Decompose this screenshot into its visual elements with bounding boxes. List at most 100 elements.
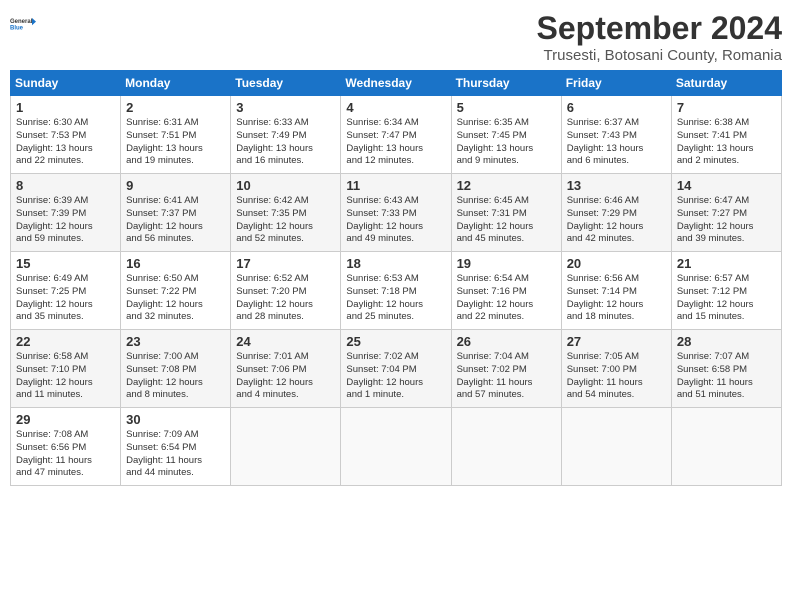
calendar-day-18: 18Sunrise: 6:53 AMSunset: 7:18 PMDayligh… <box>341 252 451 330</box>
day-info: Sunrise: 7:08 AM <box>16 429 115 442</box>
calendar-day-16: 16Sunrise: 6:50 AMSunset: 7:22 PMDayligh… <box>121 252 231 330</box>
day-info: and 59 minutes. <box>16 233 115 246</box>
calendar-day-29: 29Sunrise: 7:08 AMSunset: 6:56 PMDayligh… <box>11 408 121 486</box>
day-info: and 42 minutes. <box>567 233 666 246</box>
day-info: and 8 minutes. <box>126 389 225 402</box>
calendar-day-20: 20Sunrise: 6:56 AMSunset: 7:14 PMDayligh… <box>561 252 671 330</box>
day-info: Sunset: 7:45 PM <box>457 130 556 143</box>
day-info: Sunrise: 6:33 AM <box>236 117 335 130</box>
day-info: Sunrise: 6:50 AM <box>126 273 225 286</box>
day-info: Sunset: 7:33 PM <box>346 208 445 221</box>
day-number: 18 <box>346 256 445 271</box>
empty-cell <box>231 408 341 486</box>
day-info: Sunset: 7:04 PM <box>346 364 445 377</box>
day-info: and 35 minutes. <box>16 311 115 324</box>
day-info: Sunrise: 6:41 AM <box>126 195 225 208</box>
day-info: and 12 minutes. <box>346 155 445 168</box>
day-info: Sunrise: 6:43 AM <box>346 195 445 208</box>
day-info: and 57 minutes. <box>457 389 556 402</box>
empty-cell <box>561 408 671 486</box>
day-info: and 32 minutes. <box>126 311 225 324</box>
calendar-day-9: 9Sunrise: 6:41 AMSunset: 7:37 PMDaylight… <box>121 174 231 252</box>
day-info: Daylight: 11 hours <box>457 377 556 390</box>
calendar-day-8: 8Sunrise: 6:39 AMSunset: 7:39 PMDaylight… <box>11 174 121 252</box>
day-info: and 18 minutes. <box>567 311 666 324</box>
day-info: Sunrise: 6:49 AM <box>16 273 115 286</box>
day-info: and 6 minutes. <box>567 155 666 168</box>
day-number: 3 <box>236 100 335 115</box>
day-info: Sunrise: 6:37 AM <box>567 117 666 130</box>
day-info: and 56 minutes. <box>126 233 225 246</box>
calendar-day-4: 4Sunrise: 6:34 AMSunset: 7:47 PMDaylight… <box>341 96 451 174</box>
header-sunday: Sunday <box>11 71 121 96</box>
header-thursday: Thursday <box>451 71 561 96</box>
day-info: Daylight: 12 hours <box>567 299 666 312</box>
day-info: Daylight: 13 hours <box>677 143 776 156</box>
day-info: Sunset: 7:10 PM <box>16 364 115 377</box>
day-info: Daylight: 12 hours <box>126 377 225 390</box>
day-number: 20 <box>567 256 666 271</box>
day-info: and 25 minutes. <box>346 311 445 324</box>
day-number: 12 <box>457 178 556 193</box>
calendar-day-14: 14Sunrise: 6:47 AMSunset: 7:27 PMDayligh… <box>671 174 781 252</box>
day-number: 4 <box>346 100 445 115</box>
calendar-day-27: 27Sunrise: 7:05 AMSunset: 7:00 PMDayligh… <box>561 330 671 408</box>
calendar-day-11: 11Sunrise: 6:43 AMSunset: 7:33 PMDayligh… <box>341 174 451 252</box>
day-number: 19 <box>457 256 556 271</box>
calendar-header-row: SundayMondayTuesdayWednesdayThursdayFrid… <box>11 71 782 96</box>
calendar-day-2: 2Sunrise: 6:31 AMSunset: 7:51 PMDaylight… <box>121 96 231 174</box>
calendar-day-21: 21Sunrise: 6:57 AMSunset: 7:12 PMDayligh… <box>671 252 781 330</box>
day-info: and 11 minutes. <box>16 389 115 402</box>
day-info: Sunrise: 6:57 AM <box>677 273 776 286</box>
calendar-day-5: 5Sunrise: 6:35 AMSunset: 7:45 PMDaylight… <box>451 96 561 174</box>
day-info: Sunset: 7:37 PM <box>126 208 225 221</box>
day-info: Sunrise: 7:00 AM <box>126 351 225 364</box>
day-number: 30 <box>126 412 225 427</box>
day-info: Daylight: 12 hours <box>457 221 556 234</box>
day-info: Daylight: 12 hours <box>567 221 666 234</box>
day-info: and 54 minutes. <box>567 389 666 402</box>
day-info: Sunrise: 7:01 AM <box>236 351 335 364</box>
day-number: 25 <box>346 334 445 349</box>
day-info: Sunset: 7:02 PM <box>457 364 556 377</box>
day-info: Sunset: 7:00 PM <box>567 364 666 377</box>
day-number: 1 <box>16 100 115 115</box>
header-tuesday: Tuesday <box>231 71 341 96</box>
empty-cell <box>671 408 781 486</box>
day-info: Daylight: 12 hours <box>236 299 335 312</box>
day-info: Sunrise: 6:52 AM <box>236 273 335 286</box>
day-info: Daylight: 11 hours <box>677 377 776 390</box>
day-info: Sunset: 7:35 PM <box>236 208 335 221</box>
day-number: 8 <box>16 178 115 193</box>
day-number: 27 <box>567 334 666 349</box>
empty-cell <box>341 408 451 486</box>
day-info: Sunrise: 6:42 AM <box>236 195 335 208</box>
day-info: Daylight: 12 hours <box>677 221 776 234</box>
day-info: Daylight: 12 hours <box>126 299 225 312</box>
day-info: Daylight: 13 hours <box>457 143 556 156</box>
day-info: Sunrise: 7:07 AM <box>677 351 776 364</box>
day-info: Sunrise: 6:58 AM <box>16 351 115 364</box>
day-number: 11 <box>346 178 445 193</box>
day-info: Sunrise: 6:35 AM <box>457 117 556 130</box>
day-info: Daylight: 13 hours <box>126 143 225 156</box>
day-number: 9 <box>126 178 225 193</box>
calendar-day-26: 26Sunrise: 7:04 AMSunset: 7:02 PMDayligh… <box>451 330 561 408</box>
day-info: and 1 minute. <box>346 389 445 402</box>
day-info: and 16 minutes. <box>236 155 335 168</box>
day-number: 14 <box>677 178 776 193</box>
day-info: Sunrise: 7:04 AM <box>457 351 556 364</box>
day-info: and 28 minutes. <box>236 311 335 324</box>
day-info: Sunset: 7:49 PM <box>236 130 335 143</box>
day-info: Sunset: 6:58 PM <box>677 364 776 377</box>
day-info: Daylight: 12 hours <box>16 299 115 312</box>
day-info: and 51 minutes. <box>677 389 776 402</box>
day-info: Sunset: 7:14 PM <box>567 286 666 299</box>
day-info: Sunset: 7:29 PM <box>567 208 666 221</box>
logo: GeneralBlue <box>10 10 38 38</box>
day-info: Daylight: 12 hours <box>236 221 335 234</box>
day-info: Sunrise: 6:38 AM <box>677 117 776 130</box>
calendar-day-22: 22Sunrise: 6:58 AMSunset: 7:10 PMDayligh… <box>11 330 121 408</box>
day-number: 6 <box>567 100 666 115</box>
day-info: and 22 minutes. <box>457 311 556 324</box>
